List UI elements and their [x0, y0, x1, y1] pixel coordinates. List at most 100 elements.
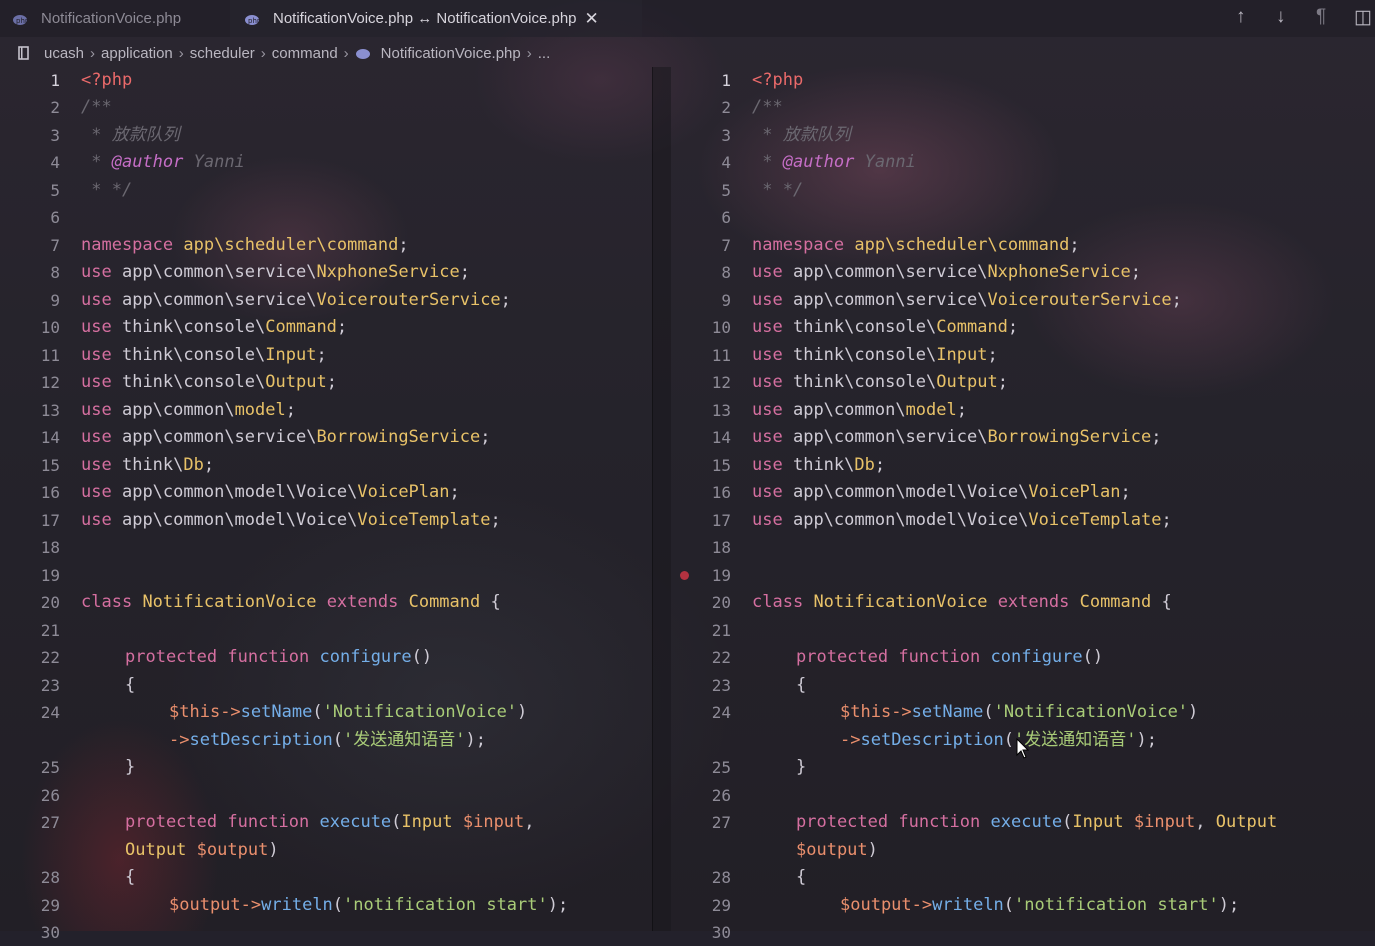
right-editor-pane[interactable]: 1 <?php 2 /** 3 * 放款队列 4 * @author Yanni 5…	[670, 67, 1375, 942]
mouse-cursor-icon	[1016, 737, 1030, 765]
code-line: class NotificationVoice extends Command …	[81, 592, 501, 612]
line-number: 22	[711, 648, 731, 667]
code-line: use app\common\service\NxphoneService;	[752, 262, 1141, 282]
code-line: protected function execute(Input $input,	[125, 812, 535, 832]
code-line: }	[796, 757, 807, 777]
code-line: use think\console\Command;	[81, 317, 348, 337]
code-line: use app\common\service\BorrowingService;	[81, 427, 491, 447]
close-icon[interactable]: ✕	[585, 9, 599, 29]
line-number: 17	[711, 511, 731, 530]
code-line: use app\common\model\Voice\VoiceTemplate…	[752, 510, 1172, 530]
tab-diff[interactable]: php NotificationVoice.php ↔ Notification…	[230, 0, 642, 37]
php-file-icon	[355, 47, 371, 59]
code-line: use think\console\Output;	[81, 372, 337, 392]
line-number: 7	[50, 236, 60, 255]
code-line: use think\console\Input;	[81, 345, 327, 365]
line-number: 27	[711, 813, 731, 832]
code-line: protected function configure()	[796, 647, 1104, 667]
tab-label: NotificationVoice.php	[41, 10, 182, 27]
php-file-icon: php	[12, 13, 30, 25]
line-number: 17	[40, 511, 60, 530]
breakpoint-marker[interactable]	[680, 571, 689, 580]
split-editor-icon[interactable]: ◫	[1354, 6, 1372, 29]
code-line: use app\common\model;	[81, 400, 296, 420]
diff-divider[interactable]	[652, 67, 671, 931]
line-number: 29	[40, 896, 60, 915]
line-number: 4	[50, 153, 60, 172]
line-number: 18	[711, 538, 731, 557]
line-number: 24	[40, 703, 60, 722]
code-line: use app\common\model\Voice\VoicePlan;	[81, 482, 460, 502]
line-number: 11	[40, 346, 60, 365]
code-line: use think\console\Command;	[752, 317, 1019, 337]
line-number: 1	[721, 71, 731, 90]
code-line: use app\common\model\Voice\VoiceTemplate…	[81, 510, 501, 530]
line-number: 25	[711, 758, 731, 777]
code-line: ->setDescription('发送通知语音');	[169, 730, 486, 750]
code-line: {	[125, 675, 136, 695]
line-number: 5	[721, 181, 731, 200]
line-number: 19	[711, 566, 731, 585]
code-line: <?php	[752, 70, 804, 90]
pilcrow-icon[interactable]: ¶	[1316, 6, 1326, 28]
code-line: $this->setName('NotificationVoice')	[840, 702, 1199, 722]
code-line: * 放款队列	[81, 125, 180, 145]
code-line: Output $output)	[125, 840, 279, 860]
code-line: <?php	[81, 70, 133, 90]
line-number: 21	[711, 621, 731, 640]
tab-notificationvoice[interactable]: php NotificationVoice.php	[12, 0, 230, 37]
line-number: 26	[40, 786, 60, 805]
line-number: 15	[711, 456, 731, 475]
next-change-icon[interactable]: ↓	[1276, 6, 1286, 28]
code-line: use app\common\model\Voice\VoicePlan;	[752, 482, 1131, 502]
left-editor-pane[interactable]: 1 <?php 2 /** 3 * 放款队列 4 * @author Yanni 5…	[0, 67, 652, 942]
code-line: use app\common\model;	[752, 400, 967, 420]
line-number: 11	[711, 346, 731, 365]
code-line: namespace app\scheduler\command;	[81, 235, 409, 255]
breadcrumb-item[interactable]: application	[101, 45, 173, 62]
code-line: protected function configure()	[125, 647, 433, 667]
code-line: use think\Db;	[752, 455, 886, 475]
breadcrumb-item[interactable]: ucash	[44, 45, 84, 62]
line-number: 24	[711, 703, 731, 722]
breadcrumb-more[interactable]: ...	[538, 45, 551, 62]
line-number: 12	[711, 373, 731, 392]
previous-change-icon[interactable]: ↑	[1236, 6, 1246, 28]
php-file-icon: php	[244, 13, 262, 25]
line-number: 25	[40, 758, 60, 777]
book-icon	[18, 46, 30, 60]
line-number: 30	[40, 923, 60, 942]
line-number: 5	[50, 181, 60, 200]
line-number: 2	[721, 98, 731, 117]
line-number: 27	[40, 813, 60, 832]
tab-label: NotificationVoice.php ↔ NotificationVoic…	[273, 10, 577, 27]
svg-text:php: php	[16, 17, 28, 25]
code-line: * */	[81, 180, 133, 200]
line-number: 19	[40, 566, 60, 585]
code-line: use think\Db;	[81, 455, 215, 475]
code-line: use think\console\Input;	[752, 345, 998, 365]
code-line: use app\common\service\BorrowingService;	[752, 427, 1162, 447]
code-line: $output->writeln('notification start');	[169, 895, 569, 915]
line-number: 3	[721, 126, 731, 145]
line-number: 10	[711, 318, 731, 337]
line-number: 23	[40, 676, 60, 695]
line-number: 1	[50, 71, 60, 90]
line-number: 13	[711, 401, 731, 420]
breadcrumb-item[interactable]: command	[272, 45, 338, 62]
line-number: 12	[40, 373, 60, 392]
line-number: 14	[40, 428, 60, 447]
line-number: 30	[711, 923, 731, 942]
line-number: 15	[40, 456, 60, 475]
line-number: 6	[50, 208, 60, 227]
line-number: 20	[711, 593, 731, 612]
breadcrumb-item[interactable]: scheduler	[190, 45, 255, 62]
code-line: use app\common\service\NxphoneService;	[81, 262, 470, 282]
code-line: ->setDescription('发送通知语音');	[840, 730, 1157, 750]
line-number: 22	[40, 648, 60, 667]
code-line: protected function execute(Input $input,…	[796, 812, 1278, 832]
breadcrumb-file[interactable]: NotificationVoice.php	[381, 45, 521, 62]
code-line: {	[125, 867, 136, 887]
line-number: 9	[721, 291, 731, 310]
code-line: use think\console\Output;	[752, 372, 1008, 392]
